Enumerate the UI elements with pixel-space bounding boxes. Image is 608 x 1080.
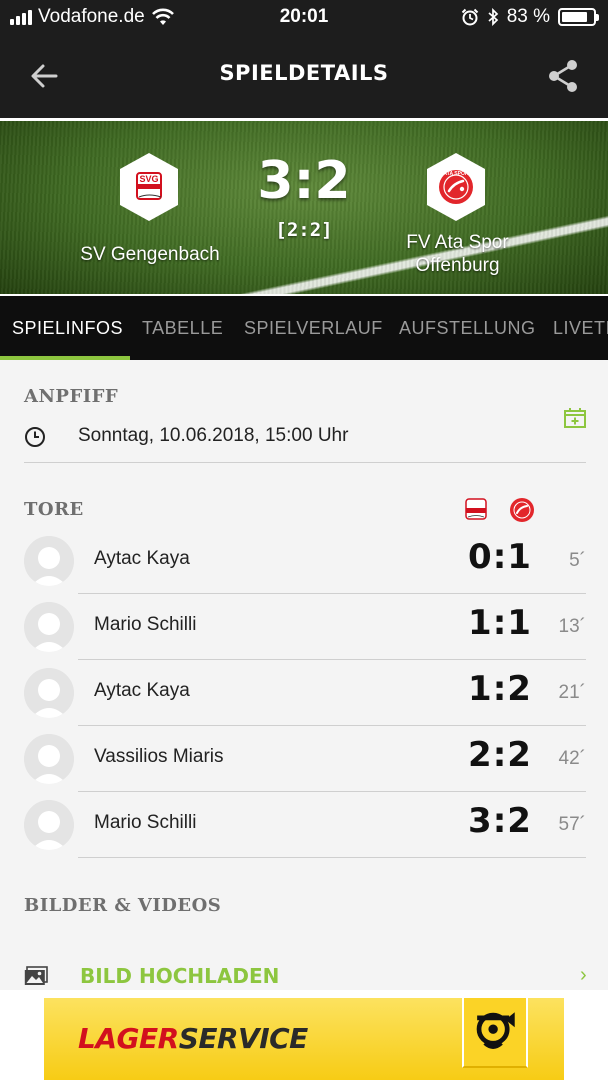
home-team-name[interactable]: SV Gengenbach <box>60 243 240 266</box>
goal-scorer: Aytac Kaya <box>94 548 190 569</box>
nav-bar: SPIELDETAILS <box>0 34 608 118</box>
share-icon[interactable] <box>546 58 580 94</box>
player-avatar <box>24 800 74 850</box>
row-divider <box>78 857 586 858</box>
goal-minute: 21´ <box>558 682 586 703</box>
away-team-name-line1: FV Ata Spor <box>406 232 509 253</box>
status-right: 83 % <box>461 6 599 28</box>
clock-icon <box>25 427 45 447</box>
bluetooth-icon <box>488 8 498 26</box>
home-team-logo[interactable]: SVG <box>117 151 181 223</box>
player-avatar <box>24 734 74 784</box>
page-title: SPIELDETAILS <box>219 61 389 85</box>
ad-area: LAGERSERVICE <box>0 990 608 1080</box>
halftime-score: [2:2] <box>275 219 333 241</box>
battery-fill <box>562 12 587 22</box>
goal-row[interactable]: Aytac Kaya 1:2 21´ <box>0 660 608 726</box>
goal-minute: 57´ <box>558 814 586 835</box>
match-info-content: ANPFIFF Sonntag, 10.06.2018, 15:00 Uhr T… <box>0 360 608 990</box>
goal-scorer: Vassilios Miaris <box>94 746 224 767</box>
goal-score: 3:2 <box>468 801 532 841</box>
tab-bar: SPIELINFOS TABELLE SPIELVERLAUF AUFSTELL… <box>0 294 608 360</box>
goal-scorer: Mario Schilli <box>94 614 197 635</box>
goal-score: 2:2 <box>468 735 532 775</box>
kickoff-datetime: Sonntag, 10.06.2018, 15:00 Uhr <box>78 425 349 446</box>
goal-scorer: Aytac Kaya <box>94 680 190 701</box>
anpfiff-heading: ANPFIFF <box>24 386 119 407</box>
away-team-name[interactable]: FV Ata Spor Offenburg <box>370 231 545 277</box>
alarm-icon <box>461 8 478 26</box>
away-mini-logo <box>509 497 535 523</box>
away-logo-text: ATA SPOR <box>444 171 469 177</box>
final-score: 3:2 <box>257 151 351 211</box>
goal-row[interactable]: Vassilios Miaris 2:2 42´ <box>0 726 608 792</box>
match-header: SVG SV Gengenbach 3:2 [2:2] ATA SPOR FV … <box>0 118 608 294</box>
player-avatar <box>24 536 74 586</box>
tore-heading: TORE <box>24 499 84 520</box>
away-team-logo[interactable]: ATA SPOR <box>424 151 488 223</box>
ad-text: LAGERSERVICE <box>78 1022 308 1055</box>
tab-spielverlauf[interactable]: SPIELVERLAUF <box>244 318 383 339</box>
add-to-calendar-icon[interactable] <box>564 408 586 428</box>
battery-percent: 83 % <box>506 6 550 27</box>
tab-tabelle[interactable]: TABELLE <box>142 318 223 339</box>
anpfiff-divider <box>24 462 586 463</box>
battery-icon <box>558 8 599 26</box>
goal-score: 0:1 <box>468 537 532 577</box>
goal-score: 1:1 <box>468 603 532 643</box>
tab-spielinfos[interactable]: SPIELINFOS <box>12 318 123 339</box>
goal-scorer: Mario Schilli <box>94 812 197 833</box>
player-avatar <box>24 602 74 652</box>
upload-label: BILD HOCHLADEN <box>80 964 280 988</box>
player-avatar <box>24 668 74 718</box>
posthorn-logo-icon <box>462 998 528 1068</box>
goal-minute: 42´ <box>558 748 586 769</box>
tab-aufstellung[interactable]: AUFSTELLUNG <box>399 318 536 339</box>
tab-liveticker[interactable]: LIVETICKER <box>553 318 608 339</box>
ad-banner[interactable]: LAGERSERVICE <box>44 998 564 1080</box>
goal-score: 1:2 <box>468 669 532 709</box>
goal-minute: 13´ <box>558 616 586 637</box>
image-icon <box>24 966 48 985</box>
goal-row[interactable]: Mario Schilli 1:1 13´ <box>0 594 608 660</box>
goal-minute: 5´ <box>569 550 586 571</box>
ad-text-red: LAGER <box>78 1022 179 1055</box>
goal-row[interactable]: Aytac Kaya 0:1 5´ <box>0 528 608 594</box>
ad-text-dark: SERVICE <box>178 1022 309 1055</box>
chevron-right-icon: › <box>580 964 587 986</box>
home-mini-logo <box>463 496 489 522</box>
status-bar: Vodafone.de 20:01 83 % <box>0 0 608 34</box>
goal-row[interactable]: Mario Schilli 3:2 57´ <box>0 792 608 858</box>
media-heading: BILDER & VIDEOS <box>24 895 222 916</box>
away-team-name-line2: Offenburg <box>415 255 500 276</box>
home-logo-text: SVG <box>139 174 158 184</box>
